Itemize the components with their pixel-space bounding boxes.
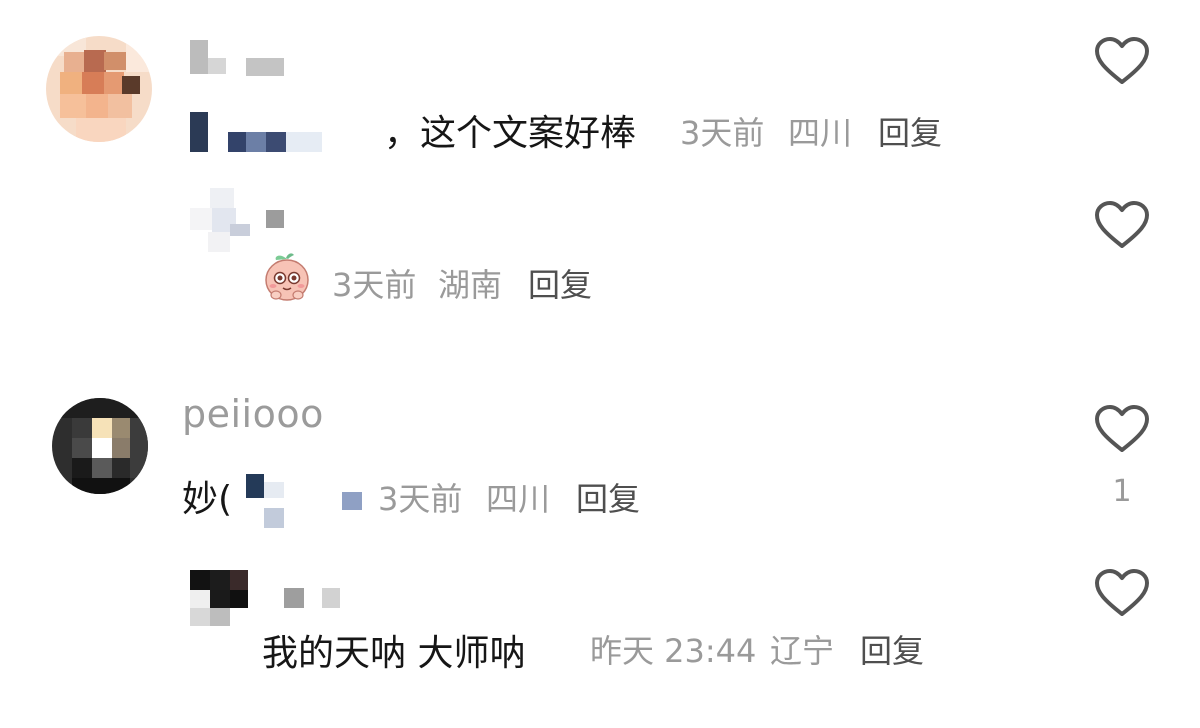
like-button[interactable]: [1094, 36, 1150, 86]
reply-time: 3天前: [332, 266, 417, 304]
heart-outline-icon: [1095, 201, 1149, 248]
peach-baby-sticker: [262, 250, 312, 304]
reply-location: 辽宁: [770, 632, 835, 670]
username-censored[interactable]: [266, 210, 296, 230]
content-censored: [190, 110, 400, 156]
comment-content: 妙(: [182, 479, 233, 520]
comment-location: 四川: [486, 480, 551, 518]
heart-outline-icon: [1095, 405, 1149, 452]
comment-time: 3天前: [378, 480, 463, 518]
like-button[interactable]: [1094, 404, 1150, 454]
avatar[interactable]: [190, 570, 250, 628]
reply-button[interactable]: 回复: [528, 260, 592, 306]
reply-location: 湖南: [438, 266, 503, 304]
reply-content: 我的天呐 大师呐: [262, 633, 526, 674]
username[interactable]: peiiooo: [182, 392, 324, 436]
avatar[interactable]: [46, 36, 152, 142]
avatar[interactable]: [52, 398, 148, 494]
avatar[interactable]: [190, 188, 252, 254]
comment-time: 3天前: [680, 114, 765, 152]
heart-outline-icon: [1095, 37, 1149, 84]
like-count: 1: [1112, 474, 1132, 509]
like-button[interactable]: [1094, 200, 1150, 250]
username-censored[interactable]: [284, 588, 344, 610]
content-censored: [242, 472, 366, 528]
comment-content: ，这个文案好棒: [384, 113, 637, 154]
like-button[interactable]: [1094, 568, 1150, 618]
username-censored[interactable]: [190, 40, 290, 80]
reply-button[interactable]: 回复: [878, 108, 942, 154]
reply-button[interactable]: 回复: [860, 626, 924, 672]
heart-outline-icon: [1095, 569, 1149, 616]
reply-button[interactable]: 回复: [576, 474, 640, 520]
comment-location: 四川: [788, 114, 853, 152]
reply-time: 昨天 23:44: [590, 632, 757, 670]
